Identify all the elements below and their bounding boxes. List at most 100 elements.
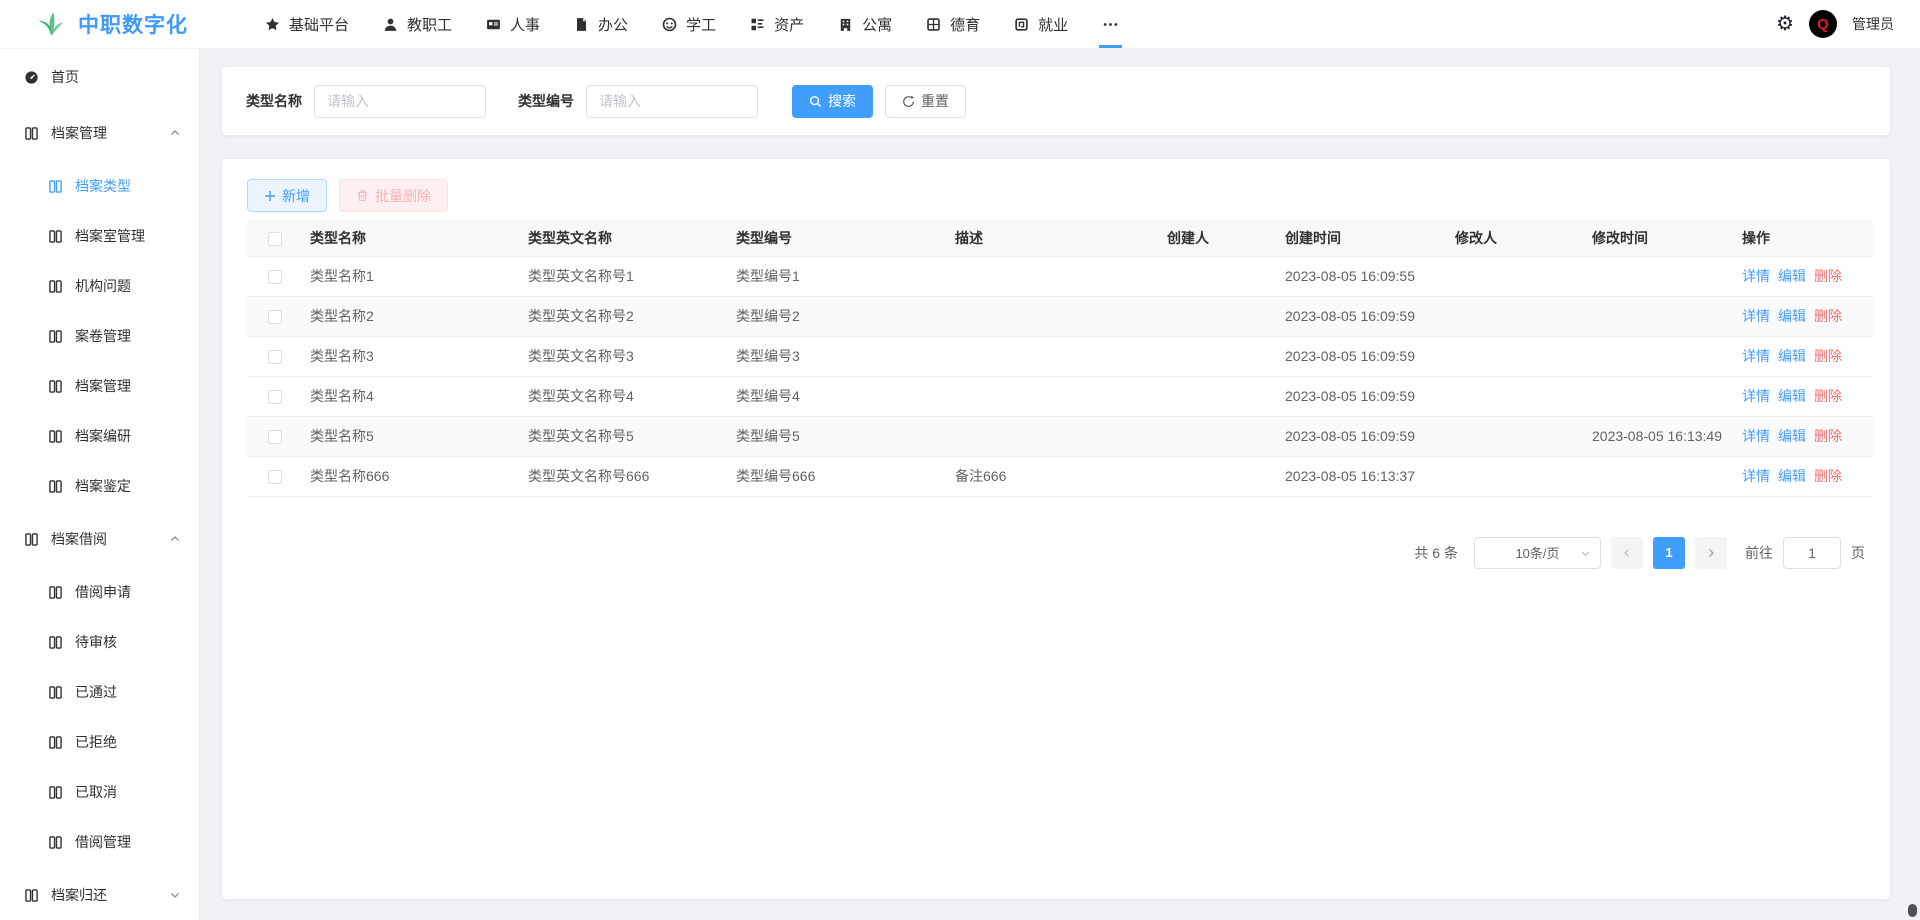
cell-description [947, 296, 1159, 336]
detail-link[interactable]: 详情 [1742, 308, 1770, 324]
sidebar-item-archive-management[interactable]: 档案管理 [0, 105, 199, 161]
prev-page-button[interactable] [1611, 537, 1643, 569]
sidebar-item-pending-review[interactable]: 待审核 [0, 617, 199, 667]
edit-link[interactable]: 编辑 [1778, 268, 1806, 284]
nav-item-office[interactable]: 办公 [557, 0, 645, 48]
type-name-input[interactable] [314, 85, 486, 118]
nav-item-faculty[interactable]: 教职工 [366, 0, 469, 48]
book-icon [48, 179, 63, 194]
sidebar-item-org-issue[interactable]: 机构问题 [0, 261, 199, 311]
user-name[interactable]: 管理员 [1852, 14, 1894, 34]
sidebar-item-archive-borrow[interactable]: 档案借阅 [0, 511, 199, 567]
add-button[interactable]: 新增 [247, 179, 327, 212]
page-size-select[interactable]: 10条/页 [1474, 537, 1601, 569]
edit-link[interactable]: 编辑 [1778, 428, 1806, 444]
delete-link[interactable]: 删除 [1814, 308, 1842, 324]
grid-icon [926, 17, 941, 32]
row-checkbox[interactable] [268, 470, 282, 484]
type-code-input[interactable] [586, 85, 758, 118]
nav-item-hr[interactable]: 人事 [469, 0, 557, 48]
cell-description: 备注666 [947, 456, 1159, 496]
nav-item-apartment[interactable]: 公寓 [821, 0, 909, 48]
cell-modifier [1447, 416, 1584, 456]
next-page-button[interactable] [1695, 537, 1727, 569]
nav-item-label: 公寓 [862, 14, 892, 35]
refresh-icon [902, 95, 915, 108]
column-header: 修改人 [1447, 220, 1584, 256]
edit-link[interactable]: 编辑 [1778, 308, 1806, 324]
row-checkbox[interactable] [268, 430, 282, 444]
nav-item-employment[interactable]: 就业 [997, 0, 1085, 48]
sidebar-item-approved[interactable]: 已通过 [0, 667, 199, 717]
table-panel: 新增 批量删除 [222, 159, 1890, 899]
add-button-label: 新增 [282, 186, 310, 206]
sidebar-item-rejected[interactable]: 已拒绝 [0, 717, 199, 767]
sidebar-item-cancelled[interactable]: 已取消 [0, 767, 199, 817]
settings-gear-icon[interactable]: ⚙ [1776, 14, 1794, 34]
idcard-icon [486, 17, 501, 32]
edit-link[interactable]: 编辑 [1778, 388, 1806, 404]
delete-link[interactable]: 删除 [1814, 348, 1842, 364]
user-avatar[interactable]: Q [1809, 10, 1837, 38]
row-checkbox[interactable] [268, 270, 282, 284]
sidebar-item-archive-files[interactable]: 档案管理 [0, 361, 199, 411]
goto-page-input[interactable] [1783, 537, 1841, 569]
sidebar-item-borrow-apply[interactable]: 借阅申请 [0, 567, 199, 617]
cell-create-time: 2023-08-05 16:09:59 [1277, 376, 1447, 416]
edit-link[interactable]: 编辑 [1778, 468, 1806, 484]
delete-link[interactable]: 删除 [1814, 268, 1842, 284]
sidebar-item-archive-research[interactable]: 档案编研 [0, 411, 199, 461]
page-size-value: 10条/页 [1515, 543, 1559, 562]
sidebar-item-label: 借阅申请 [75, 582, 131, 602]
sidebar-item-archive-appraisal[interactable]: 档案鉴定 [0, 461, 199, 511]
row-checkbox[interactable] [268, 390, 282, 404]
detail-link[interactable]: 详情 [1742, 428, 1770, 444]
chevron-up-icon [169, 533, 181, 545]
cell-type-name: 类型名称666 [302, 456, 520, 496]
navbar-right: ⚙ Q 管理员 [1776, 10, 1894, 38]
sidebar-item-label: 待审核 [75, 632, 117, 652]
nav-item-label: 教职工 [407, 14, 452, 35]
page-number-button[interactable]: 1 [1653, 537, 1685, 569]
sidebar-item-archive-room[interactable]: 档案室管理 [0, 211, 199, 261]
detail-link[interactable]: 详情 [1742, 348, 1770, 364]
batch-delete-button[interactable]: 批量删除 [339, 179, 448, 212]
column-header: 描述 [947, 220, 1159, 256]
main-content: 类型名称 类型编号 搜索 重置 [200, 49, 1920, 920]
reset-button[interactable]: 重置 [885, 85, 966, 118]
sidebar-item-label: 档案管理 [51, 123, 107, 143]
select-all-checkbox[interactable] [268, 232, 282, 246]
sidebar-item-home[interactable]: 首页 [0, 49, 199, 105]
detail-link[interactable]: 详情 [1742, 268, 1770, 284]
cell-create-time: 2023-08-05 16:09:59 [1277, 296, 1447, 336]
pagination: 共 6 条 10条/页 1 前 [247, 537, 1865, 569]
nav-item-more[interactable] [1085, 0, 1136, 48]
nav-item-student-affairs[interactable]: 学工 [645, 0, 733, 48]
sidebar-item-archive-return[interactable]: 档案归还 [0, 867, 199, 920]
nav-item-base-platform[interactable]: 基础平台 [248, 0, 366, 48]
row-checkbox[interactable] [268, 310, 282, 324]
delete-link[interactable]: 删除 [1814, 388, 1842, 404]
nav-item-assets[interactable]: 资产 [733, 0, 821, 48]
cell-type-code: 类型编号2 [728, 296, 947, 336]
edit-link[interactable]: 编辑 [1778, 348, 1806, 364]
sidebar-item-case-file[interactable]: 案卷管理 [0, 311, 199, 361]
cell-creator [1159, 416, 1277, 456]
cell-type-name: 类型名称1 [302, 256, 520, 296]
scrollbar-thumb[interactable] [1908, 904, 1917, 917]
sidebar-item-label: 档案借阅 [51, 529, 107, 549]
delete-link[interactable]: 删除 [1814, 428, 1842, 444]
search-button[interactable]: 搜索 [792, 85, 873, 118]
book-icon [24, 532, 39, 547]
row-checkbox[interactable] [268, 350, 282, 364]
sidebar-item-borrow-management[interactable]: 借阅管理 [0, 817, 199, 867]
detail-link[interactable]: 详情 [1742, 468, 1770, 484]
cell-create-time: 2023-08-05 16:09:59 [1277, 416, 1447, 456]
sidebar-item-archive-type[interactable]: 档案类型 [0, 161, 199, 211]
detail-link[interactable]: 详情 [1742, 388, 1770, 404]
nav-item-moral-education[interactable]: 德育 [909, 0, 997, 48]
table-row: 类型名称1类型英文名称号1类型编号12023-08-05 16:09:55详情编… [247, 256, 1873, 296]
nav-item-label: 人事 [510, 14, 540, 35]
nav-item-label: 办公 [598, 14, 628, 35]
delete-link[interactable]: 删除 [1814, 468, 1842, 484]
